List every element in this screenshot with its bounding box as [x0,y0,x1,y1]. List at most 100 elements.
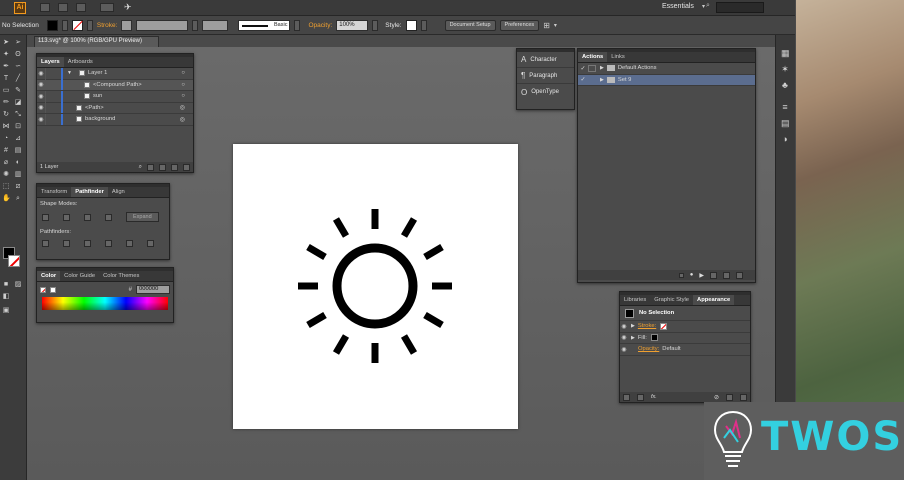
opacity-label[interactable]: Opacity: [638,346,659,352]
tab-align[interactable]: Align [108,187,129,197]
width-tool-icon[interactable]: ⋈ [2,123,10,131]
layer-name[interactable]: <Path> [85,105,104,111]
layer-row[interactable]: ◉ sun ○ [37,90,193,103]
tab-libraries[interactable]: Libraries [620,295,650,305]
new-action-icon[interactable] [723,271,730,279]
pen-tool-icon[interactable]: ✒ [2,63,10,71]
new-set-icon[interactable] [710,271,717,279]
tab-layers[interactable]: Layers [37,57,64,67]
stroke-swatch[interactable] [40,286,46,293]
transparency-icon[interactable]: ◑ [781,135,789,144]
hand-tool-icon[interactable]: ✋ [2,195,11,203]
stroke-weight-dropdown[interactable] [192,19,199,31]
artboard-tool-icon[interactable]: ⬚ [2,183,10,191]
fill-swatch[interactable] [46,19,58,31]
lasso-tool-icon[interactable]: ʘ [14,51,22,59]
fill-swatch[interactable] [50,286,56,293]
artboard[interactable] [233,144,518,429]
stroke-color-swatch[interactable] [8,255,20,267]
locate-object-icon[interactable]: ⌕ [139,164,142,171]
divide-icon[interactable] [42,240,49,247]
type-tool-icon[interactable]: T [2,75,10,83]
check-icon[interactable]: ✓ [578,76,588,83]
draw-mode-icon[interactable]: ◧ [2,293,10,301]
chevron-down-icon[interactable]: ▾ [702,3,705,10]
make-clipping-mask-icon[interactable] [147,163,154,171]
document-tab[interactable]: 113.svg* @ 100% (RGB/GPU Preview) [34,36,159,47]
gpu-performance-icon[interactable]: ✈ [124,2,132,13]
stroke-panel-icon[interactable]: ≡ [781,103,789,112]
stroke-weight-stepper[interactable] [121,19,133,31]
tab-graphic-style[interactable]: Graphic Style [650,295,693,305]
eraser-tool-icon[interactable]: ◪ [14,99,22,107]
expand-button[interactable]: Expand [126,212,159,222]
trash-icon[interactable] [183,163,190,171]
eyedropper-icon[interactable]: ⌀ [2,159,10,167]
stroke-dropdown[interactable] [86,19,93,31]
eye-icon[interactable]: ◉ [620,346,628,353]
disclosure-triangle-icon[interactable]: ▶ [631,335,635,341]
fill-label[interactable]: Fill: [638,335,647,341]
free-transform-icon[interactable]: ⊡ [14,123,22,131]
stroke-swatch[interactable] [660,322,668,330]
exclude-icon[interactable] [105,213,112,221]
add-fill-icon[interactable] [637,393,644,401]
gradient-panel-icon[interactable]: ▤ [781,119,790,128]
disclosure-triangle-icon[interactable]: ▶ [600,65,604,71]
pencil-tool-icon[interactable]: ✏ [2,99,10,107]
swatches-icon[interactable]: ▦ [781,49,790,58]
stock-icon[interactable] [58,3,68,12]
workspace-switcher[interactable]: Essentials [662,3,694,10]
shape-builder-icon[interactable]: ◔ [2,135,10,143]
graphic-style-dropdown[interactable] [420,19,427,31]
graph-tool-icon[interactable]: ▥ [14,171,22,179]
play-icon[interactable]: ▶ [699,272,704,279]
intersect-icon[interactable] [84,213,91,221]
sun-icon[interactable] [233,144,518,429]
paragraph-panel-button[interactable]: ¶ Paragraph [517,68,574,84]
opentype-panel-button[interactable]: O OpenType [517,84,574,100]
stroke-weight-input[interactable] [136,19,189,31]
action-set-name[interactable]: Set 9 [618,77,632,83]
trash-icon[interactable] [740,393,747,401]
minus-front-icon[interactable] [63,213,70,221]
zoom-tool-icon[interactable]: ⌕ [14,195,22,203]
help-search-input[interactable] [716,2,764,13]
chevron-down-icon[interactable]: ▾ [554,22,557,29]
tab-links[interactable]: Links [607,52,629,62]
disclosure-triangle-icon[interactable]: ▶ [600,77,604,83]
selection-tool-icon[interactable]: ➤ [2,39,10,47]
opacity-row[interactable]: ◉ Opacity: Default [620,344,750,356]
target-icon[interactable]: ○ [181,93,185,99]
gradient-tool-icon[interactable]: ▤ [14,147,22,155]
arrange-documents-icon[interactable] [100,3,114,12]
duplicate-item-icon[interactable] [726,393,733,401]
layer-row[interactable]: ◉ background ◎ [37,113,193,126]
new-layer-icon[interactable] [171,163,178,171]
rotate-tool-icon[interactable]: ↻ [2,111,10,119]
layer-row[interactable]: ◉ <Compound Path> ○ [37,79,193,91]
color-spectrum[interactable] [42,297,168,310]
tab-color-themes[interactable]: Color Themes [99,271,143,281]
layer-row[interactable]: ◉ ▼ Layer 1 ○ [37,67,193,80]
unite-icon[interactable] [42,213,49,221]
layer-name[interactable]: Layer 1 [88,70,107,76]
slice-tool-icon[interactable]: ⧄ [14,183,22,191]
layer-name[interactable]: sun [93,93,102,99]
rectangle-tool-icon[interactable]: ▭ [2,87,10,95]
brushes-icon[interactable]: ✶ [781,65,789,74]
eye-icon[interactable]: ◉ [37,116,45,123]
opacity-input[interactable]: 100% [336,19,369,31]
target-icon[interactable]: ○ [181,82,185,88]
stroke-row[interactable]: ◉ ▶ Stroke: [620,321,750,333]
dialog-toggle[interactable] [588,64,596,72]
trim-icon[interactable] [63,240,70,247]
preferences-button[interactable]: Preferences [499,19,540,31]
disclosure-triangle-icon[interactable]: ▶ [631,323,635,329]
hex-input[interactable]: 000000 [136,285,170,294]
direct-selection-tool-icon[interactable]: ➢ [14,39,22,47]
action-set-row[interactable]: ✓ ▶ Default Actions [578,63,755,75]
trash-icon[interactable] [736,271,743,279]
brush-icon[interactable] [76,3,86,12]
record-icon[interactable]: ● [690,272,694,278]
